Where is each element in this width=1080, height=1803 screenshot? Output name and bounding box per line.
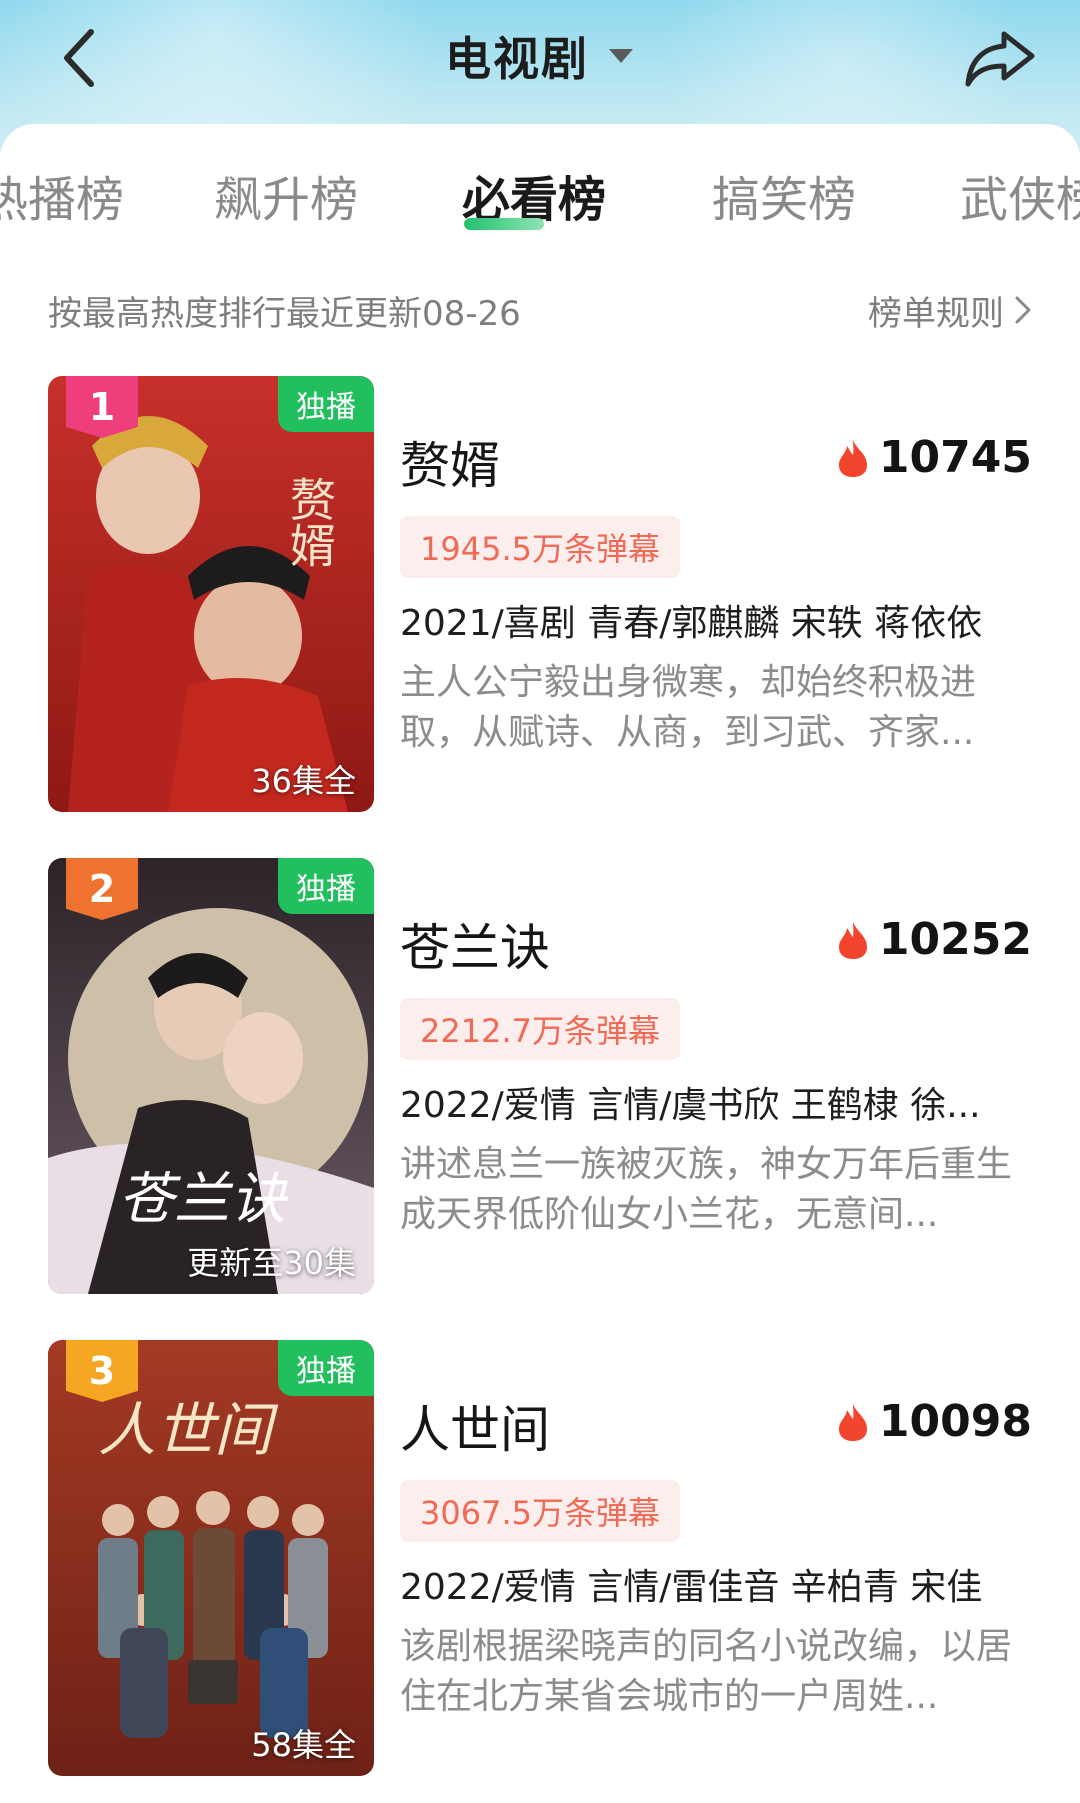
- danmu-count: 3067.5万条弹幕: [400, 1480, 680, 1542]
- heat-value: 10745: [878, 432, 1032, 483]
- show-description: 主人公宁毅出身微寒，却始终积极进取，从赋诗、从商，到习武、齐家...: [400, 662, 977, 753]
- svg-text:赘婿: 赘婿: [283, 476, 337, 568]
- active-tab-indicator: [464, 218, 544, 230]
- show-meta: 2021/喜剧 青春/郭麒麟 宋轶 蒋依依: [400, 603, 983, 644]
- item-info: 苍兰诀 10252 2212.7万条弹幕 2022/爱情 言情/虞书欣 王鹤棣 …: [400, 858, 1032, 1294]
- ranking-subheader: 按最高热度排行最近更新08-26 榜单规则: [48, 280, 1032, 340]
- ranking-info: 按最高热度排行最近更新08-26: [48, 293, 521, 334]
- show-title: 苍兰诀: [400, 919, 550, 977]
- list-item[interactable]: 苍兰诀 2 独播 更新至30集 苍兰诀 10252 2212.7万条弹幕 202…: [0, 858, 1080, 1294]
- chevron-right-icon: [1015, 296, 1031, 324]
- share-icon: [965, 31, 1035, 87]
- poster-art: 苍兰诀: [48, 858, 374, 1294]
- danmu-count: 2212.7万条弹幕: [400, 998, 680, 1060]
- item-info: 人世间 10098 3067.5万条弹幕 2022/爱情 言情/雷佳音 辛柏青 …: [400, 1340, 1032, 1776]
- danmu-count: 1945.5万条弹幕: [400, 516, 680, 578]
- show-meta: 2022/爱情 言情/虞书欣 王鹤棣 徐...: [400, 1085, 981, 1126]
- share-button[interactable]: [960, 18, 1040, 98]
- flame-icon: [838, 1403, 867, 1441]
- episode-count: 58集全: [251, 1726, 356, 1764]
- poster-image[interactable]: 人世间 3 独播 58集全: [48, 1340, 374, 1776]
- exclusive-badge: 独播: [278, 376, 374, 432]
- list-item[interactable]: 人世间 3 独播 58集全 人世间 10098 3067.5万条弹幕 2022/…: [0, 1340, 1080, 1776]
- poster-image[interactable]: 苍兰诀 2 独播 更新至30集: [48, 858, 374, 1294]
- exclusive-badge: 独播: [278, 858, 374, 914]
- show-description: 讲述息兰一族被灭族，神女万年后重生成天界低阶仙女小兰花，无意间...: [400, 1144, 1013, 1235]
- list-item[interactable]: 赘婿 1 独播 36集全 赘婿 10745 1945.5万条弹幕 2021/喜剧…: [0, 376, 1080, 812]
- show-meta: 2022/爱情 言情/雷佳音 辛柏青 宋佳: [400, 1567, 983, 1608]
- heat-score: 10252: [837, 914, 1032, 965]
- show-description: 该剧根据梁晓声的同名小说改编，以居住在北方某省会城市的一户周姓...: [400, 1626, 1013, 1717]
- caret-down-icon: [609, 49, 633, 63]
- heat-value: 10252: [878, 914, 1032, 965]
- tab-must-watch[interactable]: 必看榜: [462, 155, 606, 245]
- rank-badge: 1: [66, 376, 138, 438]
- heat-score: 10098: [837, 1396, 1032, 1447]
- rank-badge: 2: [66, 858, 138, 920]
- page-title: 电视剧: [445, 32, 589, 86]
- title-dropdown[interactable]: 电视剧: [0, 24, 1080, 88]
- rank-badge: 3: [66, 1340, 138, 1402]
- poster-image[interactable]: 赘婿 1 独播 36集全: [48, 376, 374, 812]
- svg-text:人世间: 人世间: [98, 1396, 279, 1464]
- tab-hot[interactable]: 热播榜: [0, 155, 124, 245]
- poster-art: 赘婿: [48, 376, 374, 812]
- episode-count: 36集全: [251, 762, 356, 800]
- rules-link[interactable]: 榜单规则: [868, 286, 1032, 335]
- show-title: 赘婿: [400, 437, 500, 495]
- tab-bar: 热播榜 飙升榜 必看榜 搞笑榜 武侠榜: [0, 155, 1080, 245]
- svg-text:苍兰诀: 苍兰诀: [118, 1167, 289, 1232]
- flame-icon: [838, 921, 867, 959]
- exclusive-badge: 独播: [278, 1340, 374, 1396]
- heat-score: 10745: [837, 432, 1032, 483]
- flame-icon: [838, 439, 867, 477]
- heat-value: 10098: [878, 1396, 1032, 1447]
- poster-art: 人世间: [48, 1340, 374, 1776]
- tab-rising[interactable]: 飙升榜: [214, 155, 358, 245]
- episode-count: 更新至30集: [187, 1244, 356, 1282]
- tab-comedy[interactable]: 搞笑榜: [712, 155, 856, 245]
- tab-wuxia[interactable]: 武侠榜: [960, 155, 1080, 245]
- rules-label: 榜单规则: [868, 293, 1004, 334]
- item-info: 赘婿 10745 1945.5万条弹幕 2021/喜剧 青春/郭麒麟 宋轶 蒋依…: [400, 376, 1032, 812]
- show-title: 人世间: [400, 1401, 550, 1459]
